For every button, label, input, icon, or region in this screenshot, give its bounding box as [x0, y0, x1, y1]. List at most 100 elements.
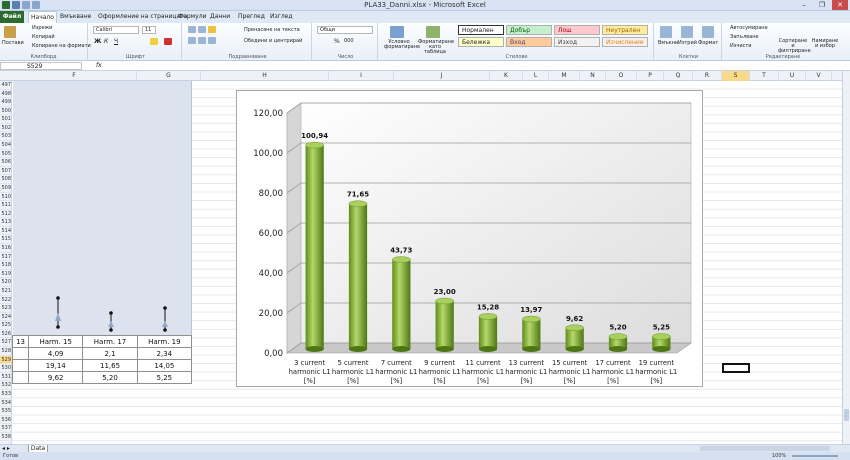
tab-data[interactable]: Данни: [208, 11, 232, 23]
delete-cells-button[interactable]: Изтрий: [678, 40, 697, 46]
row-header[interactable]: 534: [0, 399, 12, 408]
row-header[interactable]: 529: [0, 355, 12, 365]
percent-button[interactable]: %: [334, 38, 340, 45]
column-header[interactable]: T: [750, 71, 779, 81]
column-header[interactable]: H: [201, 71, 329, 81]
style-neutral[interactable]: Неутрален: [602, 25, 648, 35]
row-header[interactable]: 508: [0, 175, 12, 184]
align-bottom-icon[interactable]: [208, 26, 216, 33]
number-format-select[interactable]: Общи: [317, 26, 373, 34]
column-header[interactable]: J: [394, 71, 490, 81]
format-cells-button[interactable]: Формат: [698, 40, 718, 46]
font-size-select[interactable]: 11: [142, 26, 156, 34]
row-header[interactable]: 533: [0, 390, 12, 399]
cut-button[interactable]: Изрежи: [32, 25, 52, 31]
delete-cells-icon[interactable]: [681, 26, 693, 38]
row-header[interactable]: 504: [0, 141, 12, 150]
table-cell[interactable]: 4,09: [28, 347, 84, 360]
row-header[interactable]: 525: [0, 321, 12, 330]
conditional-format-icon[interactable]: [390, 26, 404, 38]
zoom-level[interactable]: 100%: [772, 452, 786, 460]
format-cells-icon[interactable]: [702, 26, 714, 38]
align-top-icon[interactable]: [188, 26, 196, 33]
font-color-icon[interactable]: [164, 38, 172, 45]
column-header[interactable]: R: [693, 71, 722, 81]
table-cell[interactable]: 11,65: [82, 359, 138, 372]
tab-home[interactable]: Начало: [28, 11, 57, 23]
row-header[interactable]: 518: [0, 261, 12, 270]
column-header[interactable]: K: [490, 71, 523, 81]
tab-file[interactable]: Файл: [0, 11, 24, 23]
row-header[interactable]: 530: [0, 364, 12, 373]
row-header[interactable]: 510: [0, 193, 12, 202]
clear-button[interactable]: Изчисти: [730, 43, 752, 49]
tab-formulas[interactable]: Формули: [176, 11, 208, 23]
harmonics-bar-chart[interactable]: 0,00 20,00 40,00 60,00 80,00 100,00 120,00 100,…: [236, 90, 703, 387]
row-header[interactable]: 528: [0, 347, 12, 356]
format-table-icon[interactable]: [426, 26, 440, 38]
restore-button[interactable]: ❐: [814, 0, 830, 10]
style-input[interactable]: Вход: [506, 37, 552, 47]
table-header-cell[interactable]: 13: [11, 335, 30, 348]
table-cell[interactable]: 2,34: [136, 347, 193, 360]
italic-button[interactable]: К: [104, 38, 108, 45]
format-table-button[interactable]: Форматиране като таблица: [418, 40, 454, 55]
row-header[interactable]: 521: [0, 287, 12, 296]
underline-button[interactable]: Ч: [114, 38, 118, 45]
style-good[interactable]: Добър: [506, 25, 552, 35]
row-header[interactable]: 503: [0, 132, 12, 142]
selected-cell[interactable]: [722, 363, 750, 373]
column-header[interactable]: P: [637, 71, 664, 81]
autosum-button[interactable]: Автосумиране: [730, 25, 768, 31]
row-header[interactable]: 524: [0, 313, 12, 322]
row-header[interactable]: 507: [0, 167, 12, 176]
style-calculation[interactable]: Изчисление: [602, 37, 648, 47]
row-header[interactable]: 512: [0, 210, 12, 219]
tab-insert[interactable]: Вмъкване: [58, 11, 93, 23]
insert-cells-button[interactable]: Вмъкни: [658, 40, 678, 46]
thousands-button[interactable]: 000: [344, 38, 354, 44]
table-cell[interactable]: 14,05: [136, 359, 193, 372]
table-header-cell[interactable]: Harm. 19: [136, 335, 193, 348]
column-header[interactable]: V: [806, 71, 832, 81]
tab-view[interactable]: Изглед: [268, 11, 295, 23]
fill-button[interactable]: Запълване: [730, 34, 759, 40]
row-header[interactable]: 515: [0, 235, 12, 245]
row-header[interactable]: 526: [0, 330, 12, 339]
row-header[interactable]: 502: [0, 124, 12, 133]
table-header-cell[interactable]: Harm. 15: [28, 335, 84, 348]
align-center-icon[interactable]: [198, 37, 206, 44]
table-cell[interactable]: 5,25: [136, 371, 193, 384]
column-header[interactable]: Q: [664, 71, 693, 81]
table-cell[interactable]: 9,62: [28, 371, 84, 384]
vertical-scrollbar[interactable]: [842, 71, 850, 444]
row-header[interactable]: 532: [0, 381, 12, 390]
zoom-slider[interactable]: [792, 455, 838, 457]
sort-filter-button[interactable]: Сортиране и филтриране: [778, 39, 811, 54]
style-output[interactable]: Изход: [554, 37, 600, 47]
style-normal[interactable]: Нормален: [458, 25, 504, 35]
column-header[interactable]: O: [606, 71, 637, 81]
row-header[interactable]: 498: [0, 90, 12, 99]
table-cell[interactable]: 2,1: [82, 347, 138, 360]
row-header[interactable]: 511: [0, 201, 12, 210]
style-bad[interactable]: Лош: [554, 25, 600, 35]
function-icon[interactable]: fx: [96, 62, 102, 69]
row-header[interactable]: 514: [0, 227, 12, 236]
column-header[interactable]: L: [523, 71, 549, 81]
table-cell[interactable]: 5,20: [82, 371, 138, 384]
row-header[interactable]: 516: [0, 244, 12, 253]
left-chart-area[interactable]: [13, 81, 192, 336]
align-left-icon[interactable]: [188, 37, 196, 44]
horizontal-scrollbar[interactable]: [700, 446, 830, 451]
row-header[interactable]: 531: [0, 373, 12, 382]
align-right-icon[interactable]: [208, 37, 216, 44]
name-box[interactable]: S529: [0, 62, 82, 70]
minimize-button[interactable]: –: [796, 0, 812, 10]
row-header[interactable]: 513: [0, 218, 12, 227]
copy-button[interactable]: Копирай: [32, 34, 55, 40]
table-cell[interactable]: 19,14: [28, 359, 84, 372]
fill-color-icon[interactable]: [150, 38, 158, 45]
merge-center-button[interactable]: Обедини и центрирай: [244, 38, 302, 44]
column-header[interactable]: I: [329, 71, 394, 81]
